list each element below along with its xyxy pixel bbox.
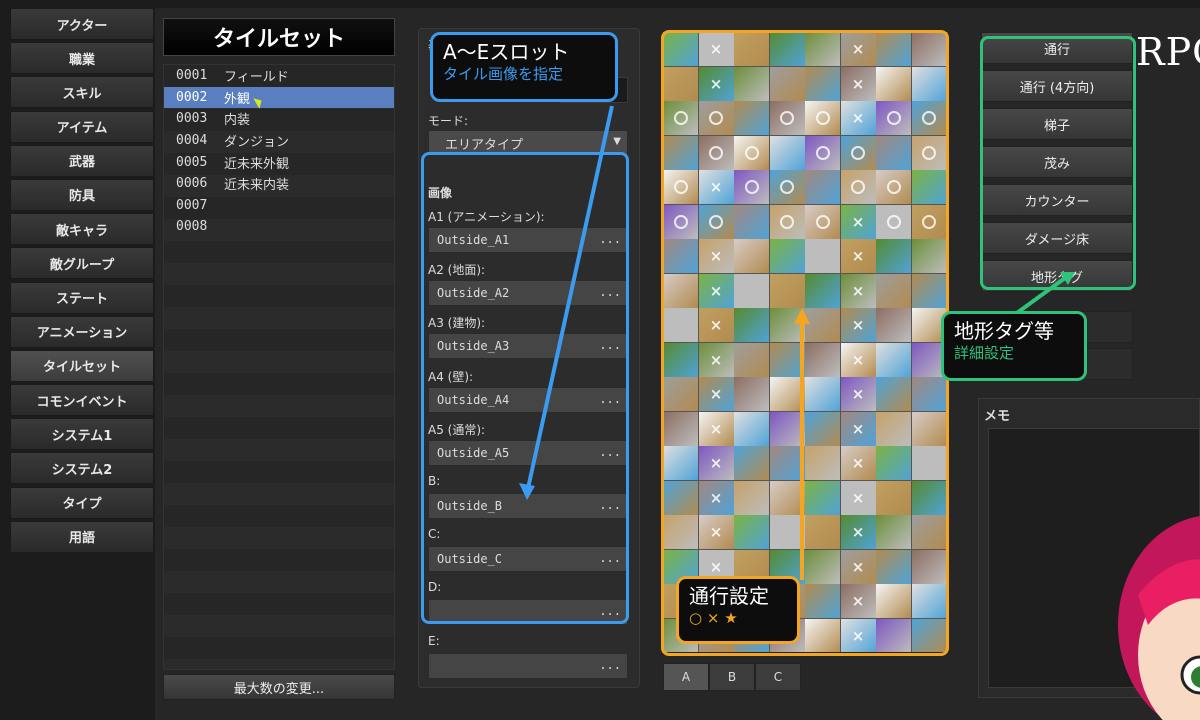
passage-callout: 通行設定 ○ × ★ bbox=[676, 576, 800, 644]
slot-arrow bbox=[525, 105, 614, 494]
terrain-callout: 地形タグ等 詳細設定 bbox=[941, 311, 1087, 381]
terrain-callout-title: 地形タグ等 bbox=[954, 319, 1054, 343]
slot-arrowhead bbox=[519, 483, 535, 500]
editor-window: アクター 職業 スキル アイテム 武器 防具 敵キャラ 敵グループ ステート アニメーション タイル… bbox=[0, 0, 1200, 720]
mascot-image bbox=[1118, 516, 1200, 720]
terrain-callout-sub: 詳細設定 bbox=[954, 344, 1015, 362]
slot-callout-title: A～Eスロット bbox=[443, 40, 570, 64]
slot-callout: A～Eスロット タイル画像を指定 bbox=[430, 32, 618, 102]
passage-callout-title: 通行設定 bbox=[689, 584, 769, 608]
passage-arrowhead bbox=[794, 308, 810, 324]
passage-callout-sub: ○ × ★ bbox=[689, 609, 738, 627]
slot-callout-sub: タイル画像を指定 bbox=[443, 65, 564, 83]
